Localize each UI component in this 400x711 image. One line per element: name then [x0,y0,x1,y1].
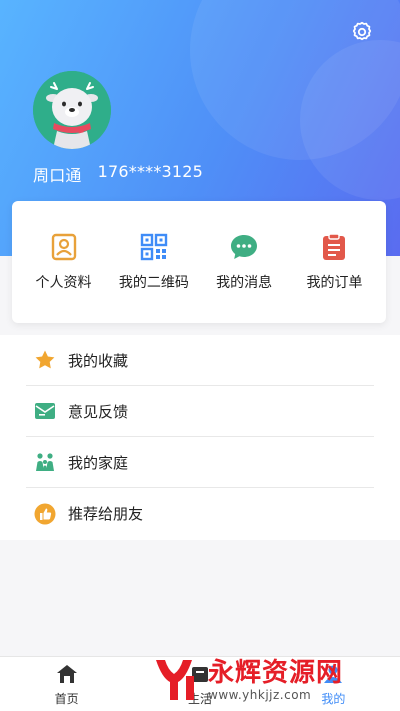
avatar[interactable] [33,71,111,149]
quick-action-label: 我的消息 [216,275,273,291]
menu-item-recommend[interactable]: 推荐给朋友 [26,488,374,539]
tab-home[interactable]: 首页 [0,657,133,711]
quick-action-profile[interactable]: 个人资料 [20,201,107,323]
qr-code-icon [140,233,168,261]
watermark-logo-icon [156,659,194,700]
quick-actions-card: 个人资料 我的二维码 我的消息 我的订单 [12,201,386,323]
quick-action-qr-code[interactable]: 我的二维码 [110,201,197,323]
menu-item-label: 推荐给朋友 [68,505,144,523]
menu-item-label: 我的收藏 [68,351,129,370]
user-phone: 176****3125 [97,162,204,181]
menu-list: 我的收藏 意见反馈 我的家庭 推荐给朋友 [0,335,400,540]
tab-label: 首页 [54,692,79,706]
menu-item-feedback[interactable]: 意见反馈 [26,386,374,437]
user-info: 周口通 176****3125 [33,162,203,186]
user-name: 周口通 [33,166,82,185]
quick-action-messages[interactable]: 我的消息 [201,201,288,323]
menu-item-label: 我的家庭 [68,453,129,472]
quick-action-orders[interactable]: 我的订单 [291,201,378,323]
watermark: 永辉资源网 www.yhkjjz.com [150,648,400,711]
profile-card-icon [51,233,76,261]
watermark-url: www.yhkjjz.com [208,687,312,702]
thumbs-up-icon [34,503,56,524]
menu-item-favorites[interactable]: 我的收藏 [26,335,374,386]
quick-action-label: 个人资料 [35,275,92,291]
watermark-title: 永辉资源网 [208,657,344,688]
quick-action-label: 我的订单 [306,275,363,291]
quick-action-label: 我的二维码 [118,275,189,291]
settings-gear-icon[interactable] [350,20,374,44]
envelope-icon [35,403,55,419]
menu-item-label: 意见反馈 [68,402,129,421]
home-icon [56,665,77,683]
menu-item-family[interactable]: 我的家庭 [26,437,374,488]
clipboard-icon [323,233,346,260]
family-icon [36,453,54,471]
star-icon [35,350,55,369]
chat-bubble-icon [231,235,258,259]
